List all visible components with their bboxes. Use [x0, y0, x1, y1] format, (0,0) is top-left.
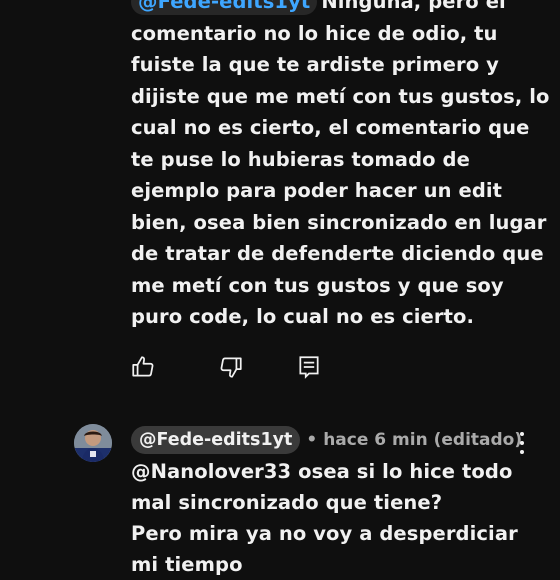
- like-button[interactable]: [130, 354, 156, 380]
- avatar[interactable]: [74, 424, 112, 462]
- reply-comment-icon: [299, 356, 319, 379]
- reply-text: @Nanolover33 osea si lo hice todo mal si…: [131, 456, 551, 580]
- dislike-button[interactable]: [218, 354, 244, 380]
- reply-line: @Nanolover33 osea si lo hice todo mal si…: [131, 460, 513, 514]
- avatar-image: [74, 424, 112, 462]
- comment-timestamp: • hace 6 min (editado): [306, 430, 523, 450]
- thumbs-up-icon: [132, 356, 154, 377]
- reply-line: Pero mira ya no voy a desperdiciar mi ti…: [131, 522, 518, 576]
- thumbs-down-icon: [220, 357, 242, 378]
- comment-text-content: Ninguna, pero el comentario no lo hice d…: [131, 0, 550, 328]
- reply-button[interactable]: [296, 354, 322, 380]
- author-name[interactable]: @Fede-edits1yt: [131, 426, 301, 454]
- mention-link[interactable]: @Fede-edits1yt: [131, 0, 318, 15]
- comment-header: @Fede-edits1yt • hace 6 min (editado): [131, 426, 522, 454]
- comment-text: @Fede-edits1yt Ninguna, pero el comentari…: [131, 0, 551, 333]
- comment-body: @Fede-edits1yt Ninguna, pero el comentari…: [131, 0, 551, 333]
- more-vert-icon[interactable]: [510, 430, 534, 456]
